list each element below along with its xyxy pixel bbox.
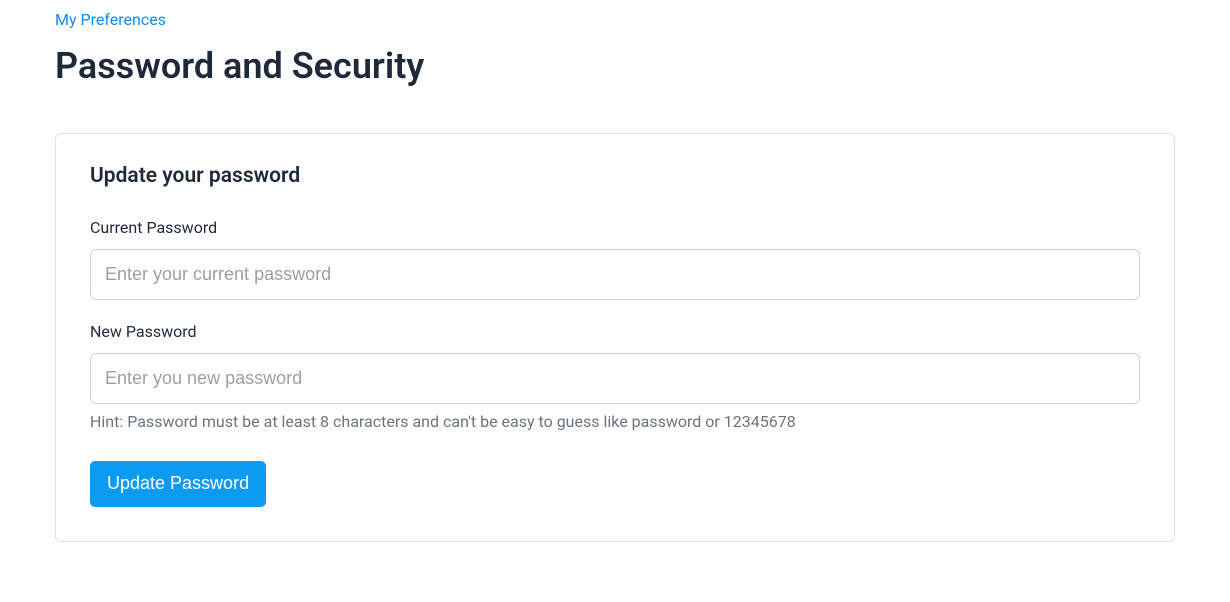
new-password-group: New Password <box>90 322 1140 404</box>
current-password-input[interactable] <box>90 249 1140 300</box>
new-password-input[interactable] <box>90 353 1140 404</box>
current-password-label: Current Password <box>90 218 1140 237</box>
update-password-button[interactable]: Update Password <box>90 461 266 506</box>
page-title: Password and Security <box>55 45 1175 87</box>
card-title: Update your password <box>90 164 1140 188</box>
breadcrumb-my-preferences[interactable]: My Preferences <box>55 10 166 29</box>
current-password-group: Current Password <box>90 218 1140 300</box>
new-password-label: New Password <box>90 322 1140 341</box>
password-hint: Hint: Password must be at least 8 charac… <box>90 412 1140 431</box>
password-card: Update your password Current Password Ne… <box>55 133 1175 542</box>
